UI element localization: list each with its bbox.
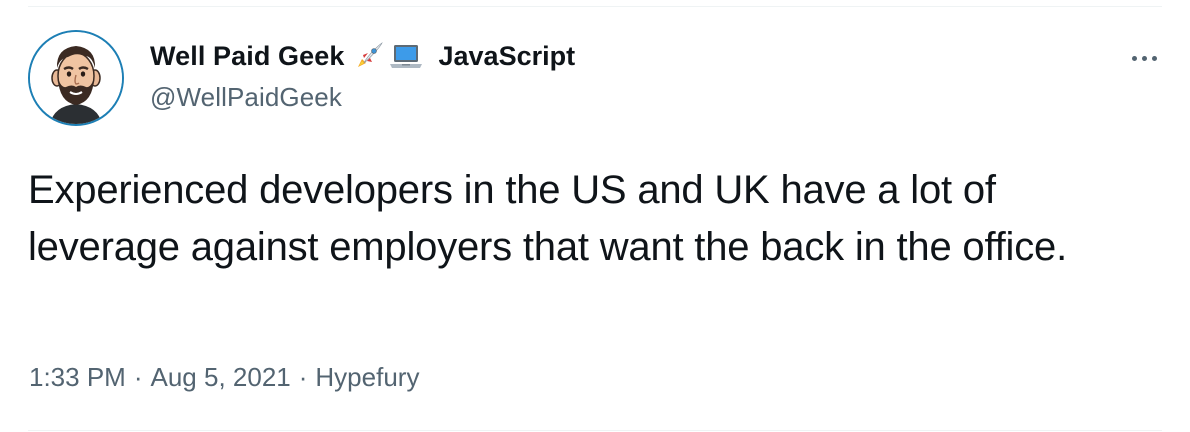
avatar-illustration <box>30 32 122 124</box>
bottom-divider <box>28 430 1162 431</box>
more-horizontal-icon-dot <box>1151 55 1157 61</box>
user-handle[interactable]: @WellPaidGeek <box>150 82 575 113</box>
display-name[interactable]: Well Paid Geek <box>150 41 345 72</box>
more-horizontal-icon <box>1131 55 1137 61</box>
display-name-suffix[interactable]: JavaScript <box>439 41 576 72</box>
display-name-row: Well Paid Geek JavaScript <box>150 38 575 74</box>
avatar[interactable] <box>28 30 124 126</box>
meta-separator: · <box>133 362 143 392</box>
more-options-button[interactable] <box>1124 44 1164 72</box>
tweet-text: Experienced developers in the US and UK … <box>28 168 1067 269</box>
tweet-time[interactable]: 1:33 PM <box>29 362 126 393</box>
more-horizontal-icon-dot <box>1141 55 1147 61</box>
tweet-source[interactable]: Hypefury <box>315 362 419 393</box>
tweet-date[interactable]: Aug 5, 2021 <box>151 362 291 393</box>
rocket-icon <box>353 40 385 72</box>
tweet-card: Well Paid Geek JavaScript @WellPaidGeek … <box>0 0 1190 432</box>
meta-separator: · <box>298 362 308 392</box>
author-block: Well Paid Geek JavaScript @WellPaidGeek <box>150 38 575 113</box>
laptop-icon <box>389 40 423 72</box>
tweet-metadata: 1:33 PM · Aug 5, 2021 · Hypefury <box>29 362 419 393</box>
